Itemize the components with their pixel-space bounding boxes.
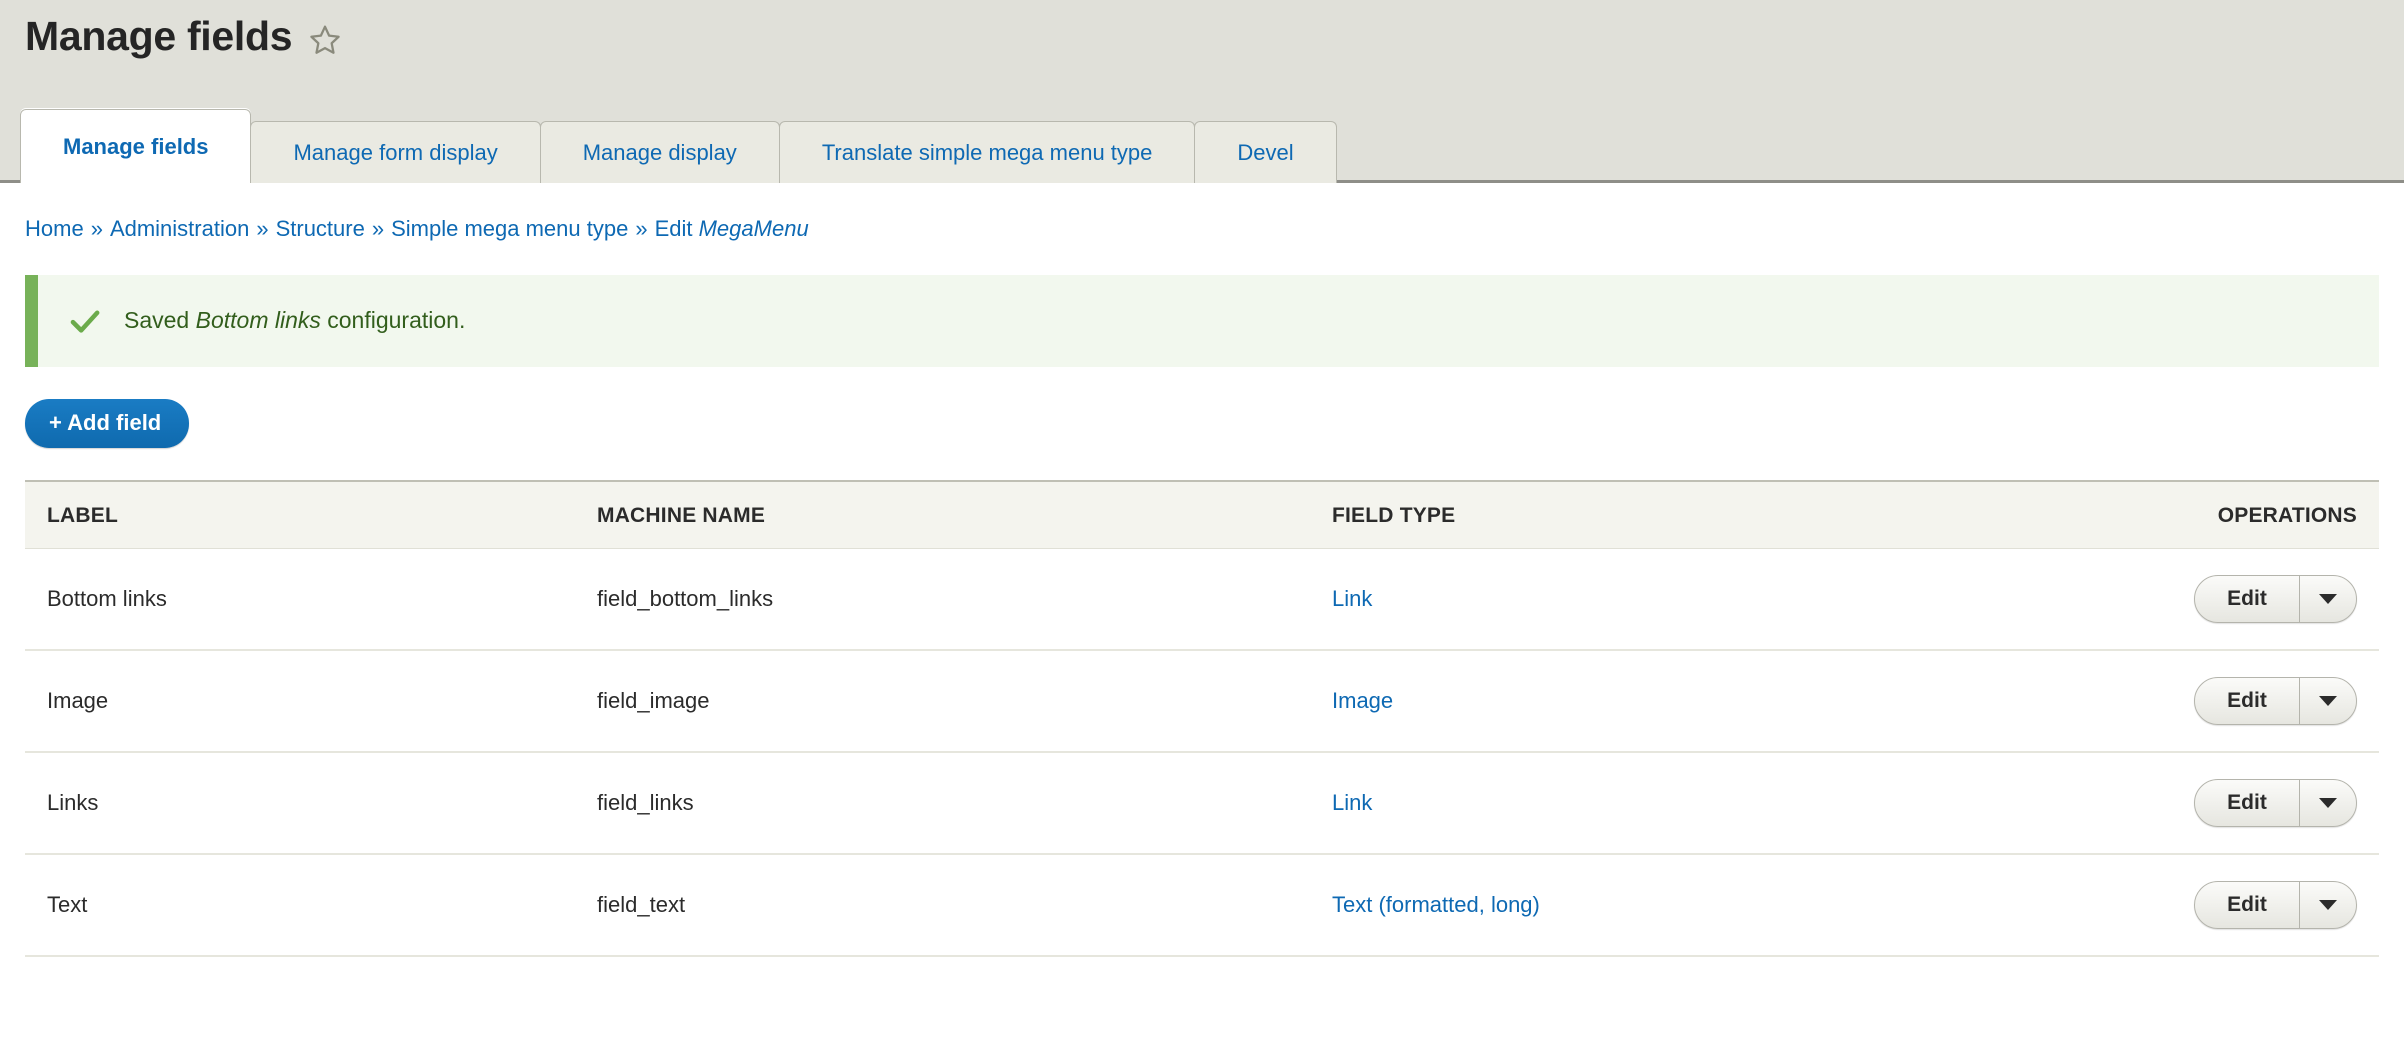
page-title-wrap: Manage fields bbox=[25, 13, 342, 59]
status-suffix: configuration. bbox=[320, 307, 466, 334]
dropbutton: Edit bbox=[2194, 880, 2357, 929]
status-emphasis: Bottom links bbox=[195, 307, 321, 334]
breadcrumb-item-administration[interactable]: Administration bbox=[110, 216, 249, 241]
cell-machine-name: field_links bbox=[597, 751, 1332, 855]
status-message: Saved Bottom links configuration. bbox=[25, 274, 2379, 367]
breadcrumb-separator: » bbox=[256, 216, 269, 241]
tab-manage-form-display[interactable]: Manage form display bbox=[250, 121, 541, 183]
breadcrumb-separator: » bbox=[90, 216, 103, 241]
table-row: Text field_text Text (formatted, long) E… bbox=[25, 853, 2379, 957]
cell-machine-name: field_image bbox=[597, 649, 1332, 753]
table-row: Bottom links field_bottom_links Link Edi… bbox=[25, 548, 2379, 651]
dropbutton: Edit bbox=[2194, 676, 2357, 725]
tab-manage-fields[interactable]: Manage fields bbox=[20, 109, 252, 183]
cell-operations: Edit bbox=[2192, 853, 2379, 957]
field-type-link[interactable]: Link bbox=[1332, 586, 1372, 611]
field-type-link[interactable]: Image bbox=[1332, 688, 1393, 713]
breadcrumb-current-prefix: Edit bbox=[654, 216, 699, 241]
cell-operations: Edit bbox=[2192, 649, 2379, 753]
tab-label: Manage display bbox=[582, 139, 737, 165]
breadcrumb-item-structure[interactable]: Structure bbox=[276, 216, 365, 241]
tab-label: Manage form display bbox=[293, 139, 498, 165]
main-content: Home» Administration» Structure» Simple meg… bbox=[0, 183, 2404, 957]
field-type-link[interactable]: Link bbox=[1332, 790, 1372, 815]
star-outline-icon[interactable] bbox=[308, 23, 342, 57]
table-header-row: LABEL MACHINE NAME FIELD TYPE OPERATIONS bbox=[25, 479, 2379, 549]
tab-manage-display[interactable]: Manage display bbox=[539, 121, 780, 183]
caret-shape bbox=[2319, 593, 2337, 604]
fields-table-body: Bottom links field_bottom_links Link Edi… bbox=[25, 548, 2379, 957]
caret-shape bbox=[2319, 797, 2337, 808]
fields-table-head: LABEL MACHINE NAME FIELD TYPE OPERATIONS bbox=[25, 479, 2379, 549]
dropbutton: Edit bbox=[2194, 574, 2357, 623]
column-header-label: LABEL bbox=[25, 479, 597, 549]
chevron-down-icon[interactable] bbox=[2299, 575, 2356, 622]
column-header-field-type: FIELD TYPE bbox=[1332, 479, 2192, 549]
breadcrumb-current-emphasis: MegaMenu bbox=[698, 216, 809, 241]
page-title: Manage fields bbox=[25, 13, 293, 59]
caret-shape bbox=[2319, 695, 2337, 706]
field-type-link[interactable]: Text (formatted, long) bbox=[1332, 892, 1540, 917]
breadcrumb-current: Edit MegaMenu bbox=[655, 216, 809, 241]
cell-field-type: Image bbox=[1332, 649, 2192, 753]
cell-machine-name: field_text bbox=[597, 853, 1332, 957]
chevron-down-icon[interactable] bbox=[2299, 881, 2356, 928]
cell-field-type: Link bbox=[1332, 751, 2192, 855]
local-actions: + Add field bbox=[0, 367, 2404, 448]
cell-label: Links bbox=[25, 751, 597, 855]
status-prefix: Saved bbox=[124, 307, 196, 334]
tab-translate-simple-mega-menu-type[interactable]: Translate simple mega menu type bbox=[778, 121, 1196, 183]
cell-operations: Edit bbox=[2192, 751, 2379, 855]
add-field-button[interactable]: + Add field bbox=[25, 398, 190, 448]
table-row: Image field_image Image Edit bbox=[25, 649, 2379, 753]
cell-label: Image bbox=[25, 649, 597, 753]
tab-devel[interactable]: Devel bbox=[1194, 121, 1337, 183]
tab-label: Translate simple mega menu type bbox=[821, 139, 1153, 165]
tab-label: Manage fields bbox=[63, 133, 209, 159]
edit-button[interactable]: Edit bbox=[2195, 780, 2299, 826]
check-icon bbox=[68, 304, 102, 338]
edit-button[interactable]: Edit bbox=[2195, 882, 2299, 928]
fields-table: LABEL MACHINE NAME FIELD TYPE OPERATIONS… bbox=[25, 479, 2379, 957]
status-message-text: Saved Bottom links configuration. bbox=[124, 305, 465, 336]
chevron-down-icon[interactable] bbox=[2299, 779, 2356, 826]
chevron-down-icon[interactable] bbox=[2299, 677, 2356, 724]
edit-button[interactable]: Edit bbox=[2195, 678, 2299, 724]
page-header-band: Manage fields Manage fields Manage form … bbox=[0, 0, 2404, 183]
dropbutton: Edit bbox=[2194, 778, 2357, 827]
tab-label: Devel bbox=[1237, 139, 1294, 165]
primary-tabs: Manage fields Manage form display Manage… bbox=[20, 109, 1337, 183]
breadcrumb-item-home[interactable]: Home bbox=[25, 216, 84, 241]
breadcrumb: Home» Administration» Structure» Simple meg… bbox=[0, 183, 2404, 244]
edit-button[interactable]: Edit bbox=[2195, 576, 2299, 622]
breadcrumb-separator: » bbox=[635, 216, 648, 241]
caret-shape bbox=[2319, 899, 2337, 910]
breadcrumb-separator: » bbox=[371, 216, 385, 241]
table-row: Links field_links Link Edit bbox=[25, 751, 2379, 855]
cell-field-type: Text (formatted, long) bbox=[1332, 853, 2192, 957]
breadcrumb-item-simple-mega-menu-type[interactable]: Simple mega menu type bbox=[391, 216, 628, 241]
cell-label: Text bbox=[25, 853, 597, 957]
cell-label: Bottom links bbox=[25, 548, 597, 651]
cell-machine-name: field_bottom_links bbox=[597, 548, 1332, 651]
column-header-machine-name: MACHINE NAME bbox=[597, 479, 1332, 549]
column-header-operations: OPERATIONS bbox=[2192, 479, 2379, 549]
cell-field-type: Link bbox=[1332, 548, 2192, 651]
cell-operations: Edit bbox=[2192, 548, 2379, 651]
